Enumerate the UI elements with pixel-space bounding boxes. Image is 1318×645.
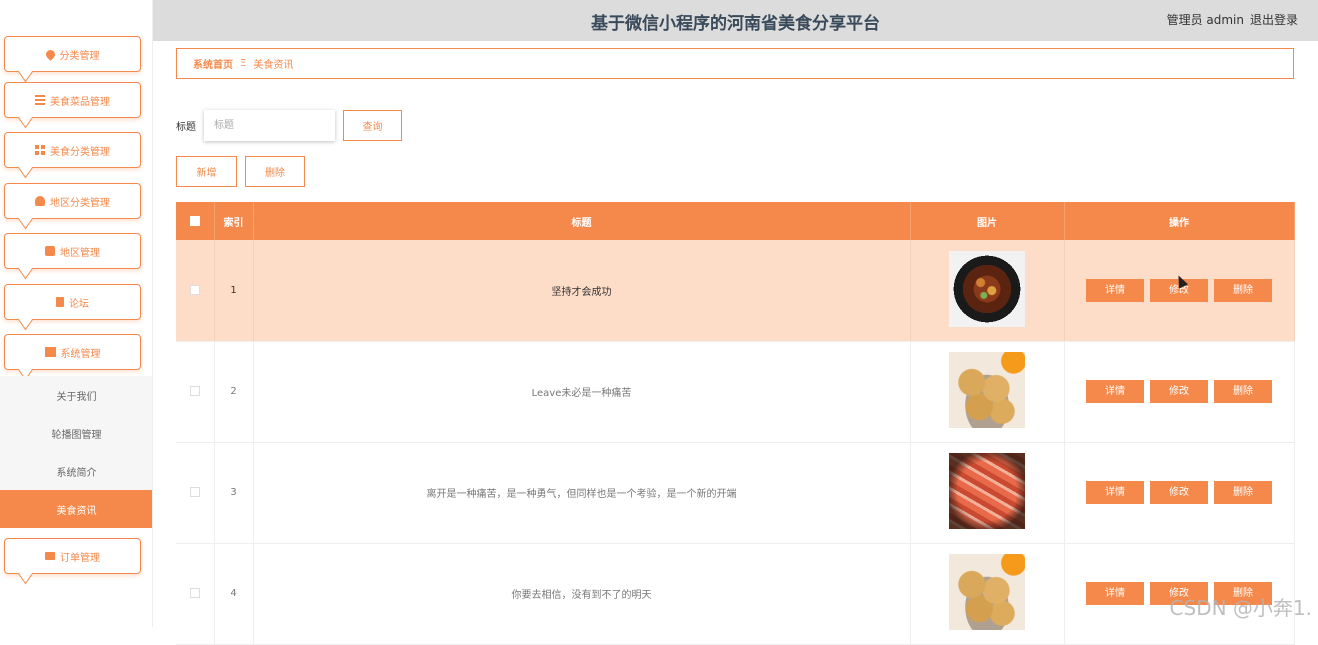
menu-label: 地区分类管理 bbox=[50, 197, 110, 209]
row-title: 离开是一种痛苦，是一种勇气，但同样也是一个考验，是一个新的开端 bbox=[253, 442, 911, 544]
select-all-cell bbox=[176, 202, 215, 240]
column-header: 图片 bbox=[910, 202, 1065, 240]
table-row[interactable]: 4 你要去相信，没有到不了的明天 详情 修改 删除 bbox=[176, 543, 1295, 645]
menu-order-management[interactable]: 订单管理 bbox=[4, 538, 141, 574]
menu-category-management[interactable]: 分类管理 bbox=[4, 36, 141, 72]
logout-link[interactable]: 退出登录 bbox=[1250, 13, 1298, 27]
breadcrumb-separator: Ξ bbox=[240, 58, 247, 69]
add-button[interactable]: 新增 bbox=[176, 156, 237, 187]
list-icon bbox=[35, 95, 45, 105]
menu-region-category-management[interactable]: 地区分类管理 bbox=[4, 183, 141, 219]
table-row[interactable]: 1 坚持才会成功 详情 修改 删除 bbox=[176, 240, 1295, 342]
edit-button[interactable]: 修改 bbox=[1150, 380, 1208, 403]
watermark: CSDN @小奔1. bbox=[1169, 596, 1312, 620]
admin-label: 管理员 admin bbox=[1166, 13, 1244, 27]
sub-item-carousel-management[interactable]: 轮播图管理 bbox=[0, 414, 152, 452]
search-label: 标题 bbox=[176, 122, 196, 133]
detail-button[interactable]: 详情 bbox=[1086, 380, 1144, 403]
edit-button[interactable]: 修改 bbox=[1150, 481, 1208, 504]
row-checkbox[interactable] bbox=[189, 588, 200, 598]
query-button[interactable]: 查询 bbox=[343, 110, 402, 141]
sidebar: 分类管理 美食菜品管理 美食分类管理 地区分类管理 地区管理 论坛 系统管理 关… bbox=[0, 0, 153, 627]
row-checkbox[interactable] bbox=[189, 386, 200, 396]
top-header: 基于微信小程序的河南省美食分享平台 管理员 admin 退出登录 bbox=[153, 0, 1318, 41]
breadcrumb-home[interactable]: 系统首页 bbox=[193, 56, 233, 71]
menu-region-management[interactable]: 地区管理 bbox=[4, 233, 141, 269]
shrimp-dish-image bbox=[949, 453, 1025, 529]
menu-label: 美食分类管理 bbox=[50, 146, 110, 158]
row-title: Leave未必是一种痛苦 bbox=[253, 341, 911, 443]
delete-selected-button[interactable]: 删除 bbox=[245, 156, 305, 187]
menu-label: 地区管理 bbox=[60, 247, 100, 259]
detail-button[interactable]: 详情 bbox=[1086, 481, 1144, 504]
food-news-table: 索引 标题 图片 操作 1 坚持才会成功 详情 修改 删除 2 Leave未必是一种… bbox=[176, 202, 1295, 645]
menu-food-dish-management[interactable]: 美食菜品管理 bbox=[4, 82, 141, 118]
grid-icon bbox=[35, 145, 45, 155]
row-title: 你要去相信，没有到不了的明天 bbox=[253, 543, 911, 645]
title-search-input[interactable] bbox=[204, 110, 335, 141]
fried-meatballs-image bbox=[949, 352, 1025, 428]
column-header: 操作 bbox=[1064, 202, 1295, 240]
menu-system-management[interactable]: 系统管理 bbox=[4, 334, 141, 370]
row-index: 1 bbox=[214, 240, 254, 342]
sub-item-system-intro[interactable]: 系统简介 bbox=[0, 452, 152, 490]
delete-button[interactable]: 删除 bbox=[1214, 278, 1272, 302]
detail-button[interactable]: 详情 bbox=[1086, 278, 1144, 302]
menu-food-category-management[interactable]: 美食分类管理 bbox=[4, 132, 141, 168]
row-title: 坚持才会成功 bbox=[253, 240, 911, 342]
row-index: 4 bbox=[214, 543, 254, 645]
heart-icon bbox=[43, 47, 57, 61]
menu-label: 订单管理 bbox=[60, 552, 100, 564]
clipboard-icon bbox=[56, 297, 64, 307]
book-icon bbox=[44, 347, 56, 357]
column-header: 索引 bbox=[214, 202, 254, 240]
menu-label: 系统管理 bbox=[60, 348, 101, 360]
user-icon bbox=[35, 196, 45, 206]
menu-label: 美食菜品管理 bbox=[50, 96, 110, 108]
row-index: 3 bbox=[214, 442, 254, 544]
menu-label: 分类管理 bbox=[59, 50, 100, 62]
table-row[interactable]: 2 Leave未必是一种痛苦 详情 修改 删除 bbox=[176, 341, 1295, 443]
braised-meat-dish-image bbox=[949, 250, 1025, 327]
user-info: 管理员 admin 退出登录 bbox=[1161, 11, 1298, 28]
briefcase-icon bbox=[45, 246, 55, 256]
delete-button[interactable]: 删除 bbox=[1214, 481, 1272, 504]
delete-button[interactable]: 删除 bbox=[1214, 380, 1272, 403]
detail-button[interactable]: 详情 bbox=[1086, 582, 1144, 605]
column-header: 标题 bbox=[253, 202, 911, 240]
page-title: 基于微信小程序的河南省美食分享平台 bbox=[591, 14, 880, 34]
table-row[interactable]: 3 离开是一种痛苦，是一种勇气，但同样也是一个考验，是一个新的开端 详情 修改 删除 bbox=[176, 442, 1295, 544]
row-index: 2 bbox=[214, 341, 254, 443]
breadcrumb: 系统首页 Ξ 美食资讯 bbox=[176, 48, 1294, 79]
sub-item-food-news[interactable]: 美食资讯 bbox=[0, 490, 152, 528]
breadcrumb-current: 美食资讯 bbox=[253, 60, 294, 71]
sub-item-about-us[interactable]: 关于我们 bbox=[0, 376, 152, 414]
system-submenu: 关于我们 轮播图管理 系统简介 美食资讯 bbox=[0, 376, 152, 528]
menu-forum[interactable]: 论坛 bbox=[4, 284, 141, 320]
menu-label: 论坛 bbox=[69, 298, 89, 310]
row-checkbox[interactable] bbox=[189, 487, 200, 497]
table-header-row: 索引 标题 图片 操作 bbox=[176, 202, 1295, 240]
monitor-icon bbox=[45, 552, 55, 560]
row-checkbox[interactable] bbox=[189, 284, 200, 295]
fried-meatballs-image bbox=[949, 554, 1025, 630]
select-all-checkbox[interactable] bbox=[189, 215, 200, 226]
